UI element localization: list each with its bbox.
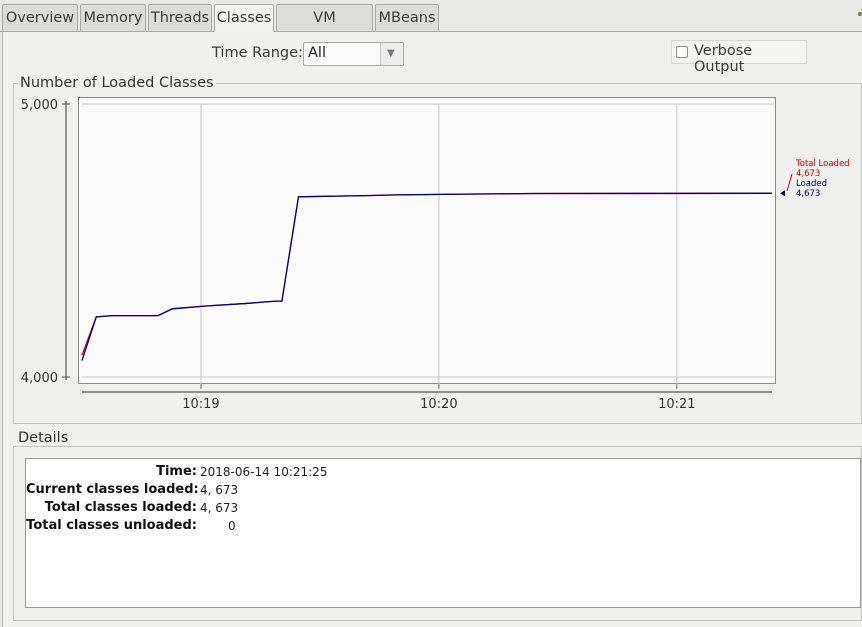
detail-current-value: 4, 673 [200, 483, 239, 497]
legend-loaded-name: Loaded [796, 179, 827, 189]
x-tick-label: 10:21 [658, 397, 695, 412]
detail-total-value: 4, 673 [200, 501, 239, 515]
loaded-end-marker-icon [780, 190, 785, 197]
details-panel [25, 458, 861, 608]
legend-total-loaded-value: 4,673 [796, 169, 820, 179]
x-tick-label: 10:19 [182, 397, 219, 412]
detail-unloaded-value: 0 [228, 519, 236, 533]
detail-unloaded-label: Total classes unloaded: [26, 518, 197, 533]
x-tick-label: 10:20 [420, 397, 457, 412]
detail-time-label: Time: [156, 464, 197, 479]
detail-time-value: 2018-06-14 10:21:25 [200, 465, 328, 479]
detail-total-label: Total classes loaded: [44, 500, 197, 515]
legend-loaded-value: 4,673 [796, 189, 820, 199]
legend-total-loaded-name: Total Loaded [795, 159, 850, 169]
series-total-loaded-line [81, 192, 773, 356]
tab-classes[interactable]: Classes [214, 4, 274, 32]
series-loaded-line [81, 192, 773, 361]
detail-current-label: Current classes loaded: [26, 482, 199, 497]
total-loaded-leader-line [786, 173, 793, 192]
details-section-title: Details [16, 430, 71, 446]
y-tick-label: 5,000 [21, 98, 58, 113]
y-tick-label: 4,000 [21, 371, 58, 386]
